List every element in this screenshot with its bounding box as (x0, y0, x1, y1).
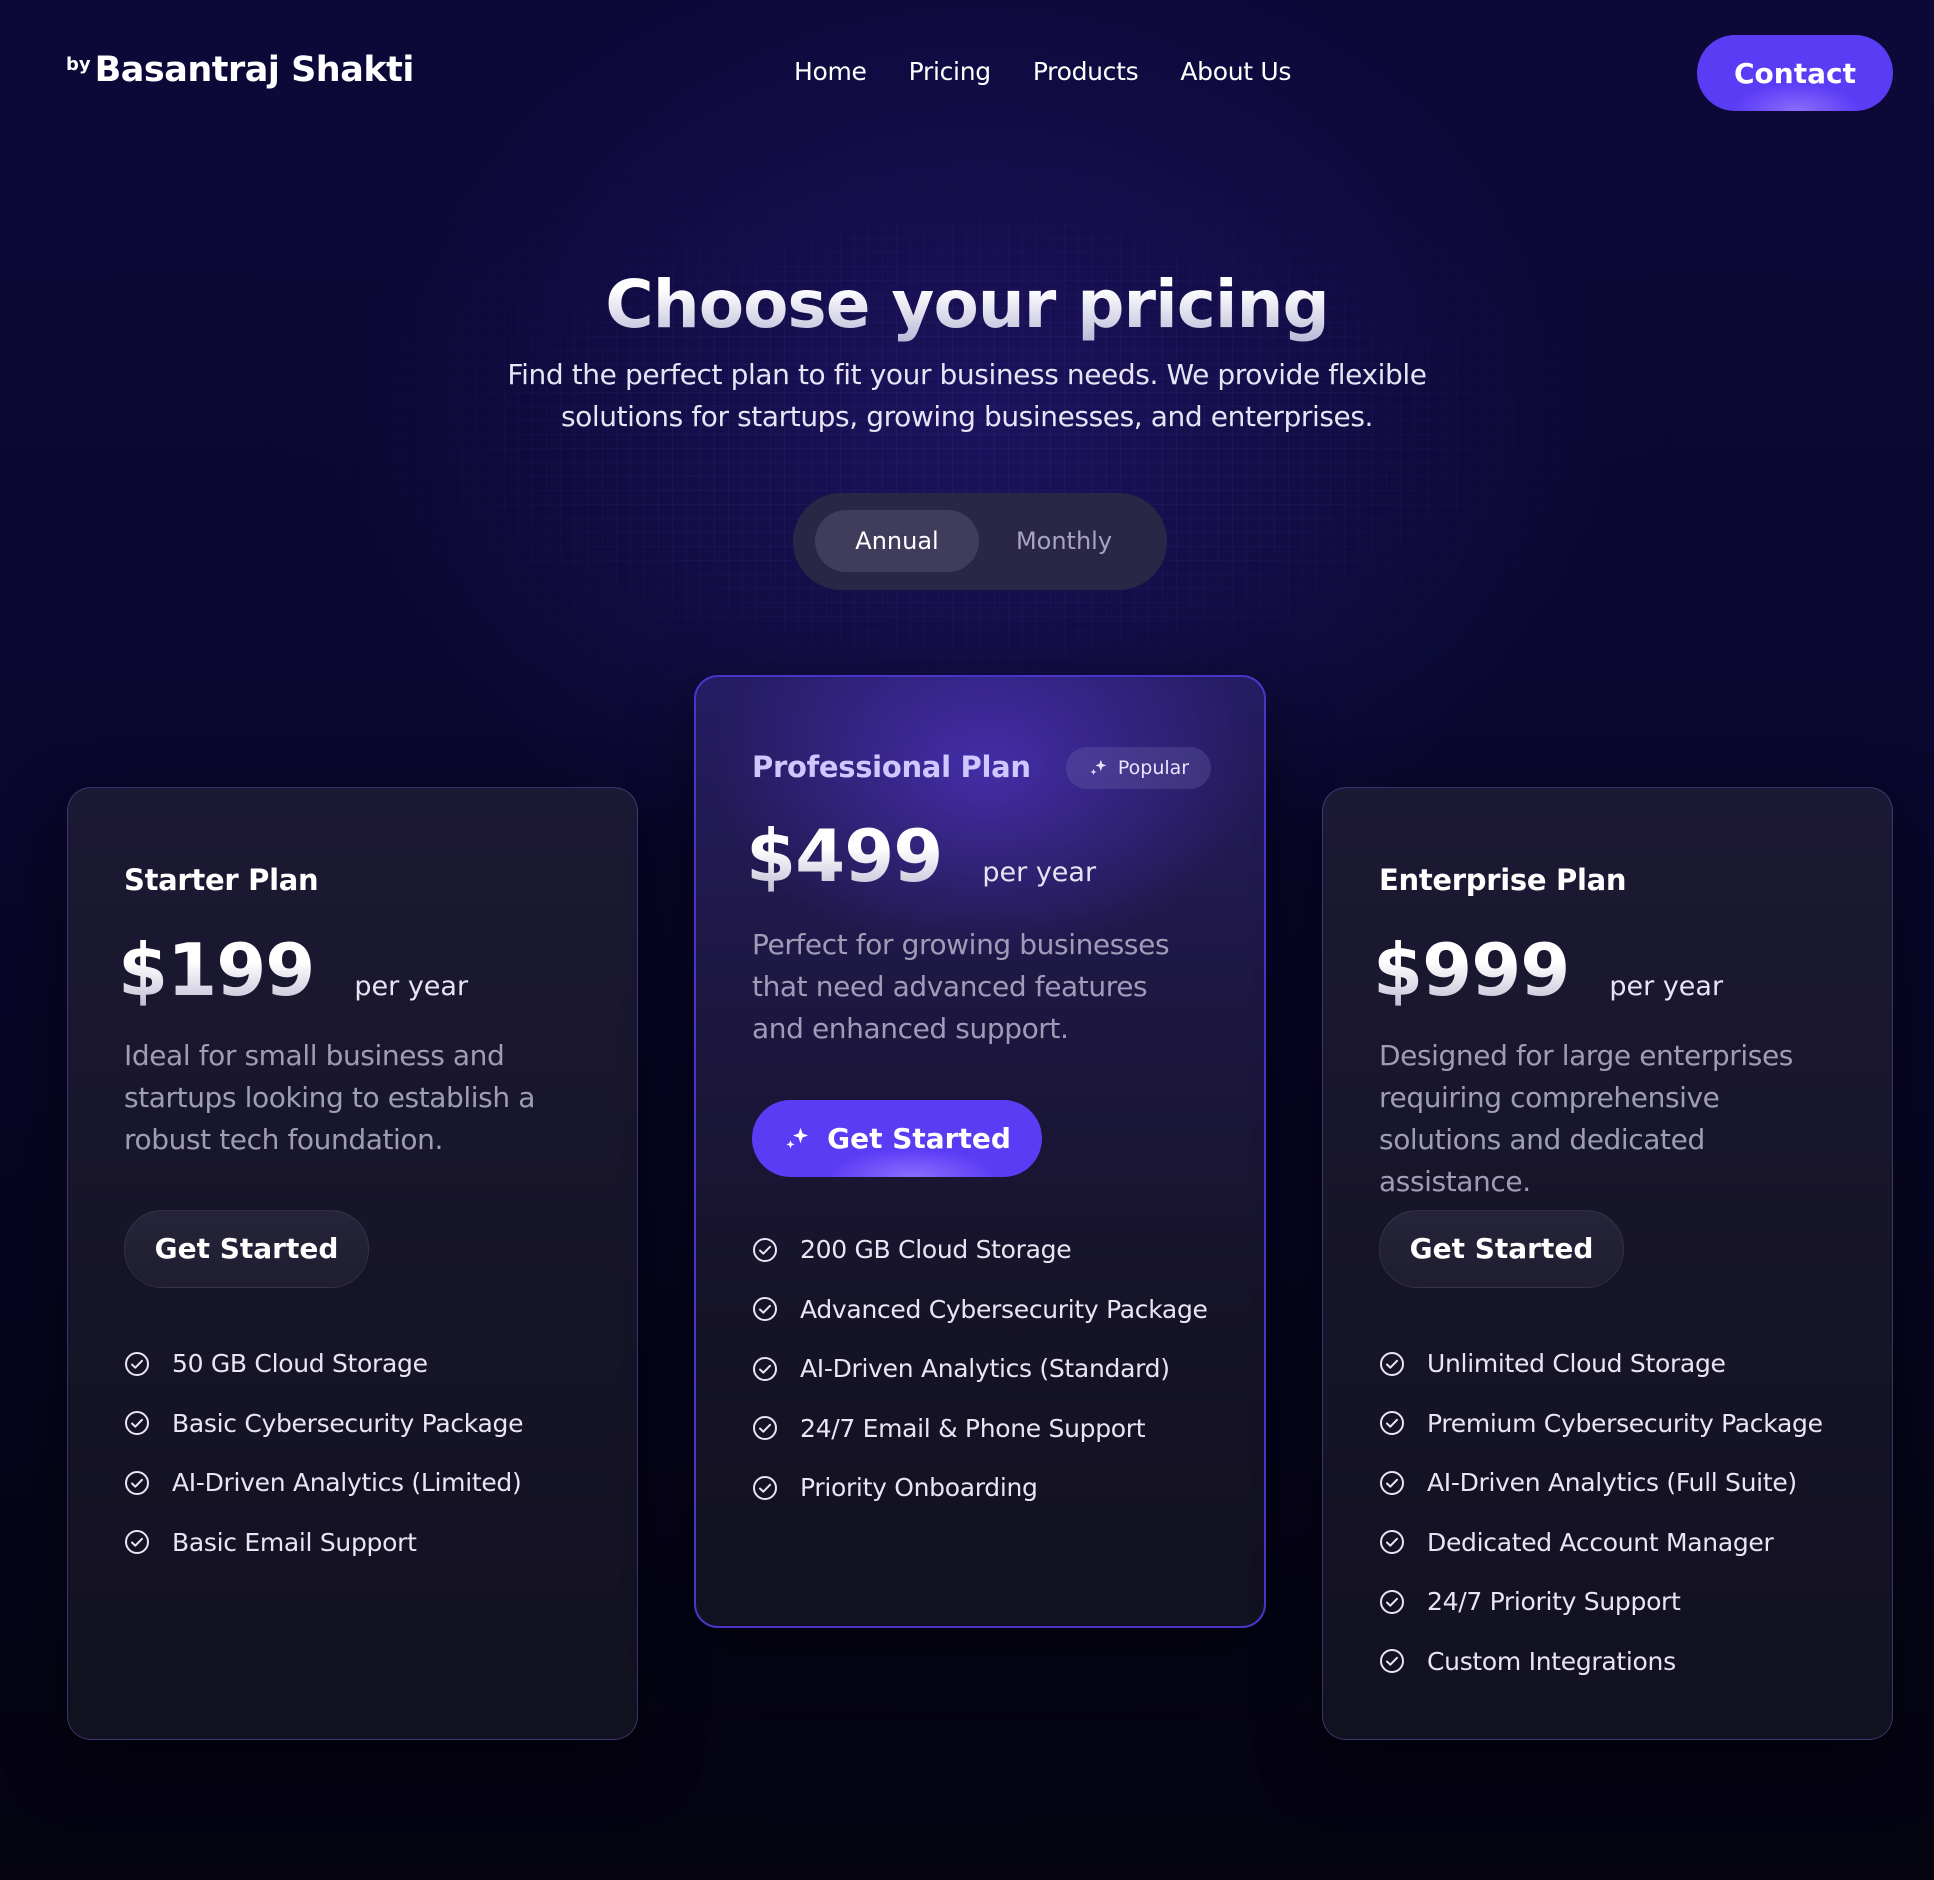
check-circle-icon (753, 1416, 777, 1441)
feature-item: 24/7 Email & Phone Support (752, 1399, 1208, 1459)
logo-name: Basantraj Shakti (94, 50, 415, 90)
feature-text: AI-Driven Analytics (Limited) (172, 1468, 522, 1498)
plan-description: Perfect for growing businesses that need… (752, 928, 1170, 1045)
plan-price: $199 (118, 928, 315, 1012)
toggle-annual[interactable]: Annual (815, 510, 979, 572)
nav-products[interactable]: Products (1033, 57, 1139, 86)
main-nav: Home Pricing Products About Us (794, 57, 1291, 86)
feature-item: Advanced Cybersecurity Package (752, 1280, 1208, 1340)
feature-text: 200 GB Cloud Storage (800, 1235, 1072, 1265)
check-circle-icon (1380, 1530, 1404, 1555)
feature-item: Unlimited Cloud Storage (1379, 1334, 1823, 1394)
check-circle-icon (1380, 1351, 1404, 1376)
feature-text: Basic Cybersecurity Package (172, 1408, 524, 1438)
badge-label: Popular (1117, 757, 1190, 779)
plan-period: per year (354, 971, 469, 1002)
feature-item: 24/7 Priority Support (1379, 1572, 1823, 1632)
feature-item: Basic Cybersecurity Package (124, 1394, 524, 1454)
button-label: Get Started (827, 1122, 1011, 1155)
feature-item: AI-Driven Analytics (Full Suite) (1379, 1453, 1823, 1513)
plan-name: Professional Plan (752, 750, 1031, 784)
check-circle-icon (125, 1351, 149, 1376)
feature-list: 200 GB Cloud Storage Advanced Cybersecur… (752, 1220, 1208, 1518)
check-circle-icon (753, 1356, 777, 1381)
popular-badge: Popular (1066, 747, 1211, 789)
plan-name: Enterprise Plan (1379, 863, 1627, 897)
nav-about-us[interactable]: About Us (1180, 57, 1291, 86)
feature-text: Advanced Cybersecurity Package (800, 1294, 1208, 1324)
toggle-monthly[interactable]: Monthly (981, 510, 1147, 572)
price-row: $199 per year (118, 928, 468, 1012)
check-circle-icon (1380, 1470, 1404, 1495)
plan-price: $999 (1373, 928, 1570, 1012)
logo-by: by (66, 54, 91, 75)
feature-item: 50 GB Cloud Storage (124, 1334, 523, 1394)
check-circle-icon (1380, 1649, 1404, 1674)
check-circle-icon (753, 1297, 777, 1322)
plan-name: Starter Plan (124, 863, 319, 897)
nav-pricing[interactable]: Pricing (909, 57, 991, 86)
logo[interactable]: by Basantraj Shakti (66, 50, 414, 90)
feature-item: AI-Driven Analytics (Standard) (752, 1339, 1208, 1399)
get-started-button[interactable]: Get Started (752, 1100, 1042, 1177)
price-row: $499 per year (746, 814, 1096, 898)
plan-card-starter: Starter Plan $199 per year Ideal for sma… (67, 787, 638, 1740)
plan-card-enterprise: Enterprise Plan $999 per year Designed f… (1322, 787, 1893, 1740)
feature-item: 200 GB Cloud Storage (752, 1220, 1208, 1280)
plan-period: per year (1609, 971, 1724, 1002)
feature-item: Priority Onboarding (752, 1458, 1208, 1518)
check-circle-icon (125, 1470, 149, 1495)
contact-button[interactable]: Contact (1697, 35, 1893, 111)
feature-item: Basic Email Support (124, 1513, 523, 1573)
check-circle-icon (125, 1530, 149, 1555)
feature-text: Priority Onboarding (800, 1473, 1038, 1503)
check-circle-icon (125, 1411, 149, 1436)
feature-list: Unlimited Cloud Storage Premium Cybersec… (1379, 1334, 1823, 1691)
feature-text: Custom Integrations (1427, 1646, 1676, 1676)
nav-home[interactable]: Home (794, 57, 867, 86)
plan-card-professional: Professional Plan Popular $499 per year … (694, 675, 1266, 1628)
feature-item: Premium Cybersecurity Package (1379, 1394, 1823, 1454)
plan-period: per year (982, 857, 1097, 888)
feature-text: Dedicated Account Manager (1427, 1527, 1774, 1557)
check-circle-icon (753, 1475, 777, 1500)
feature-text: 50 GB Cloud Storage (172, 1349, 428, 1379)
check-circle-icon (753, 1237, 777, 1262)
plan-description: Designed for large enterprises requiring… (1379, 1039, 1793, 1198)
plan-description: Ideal for small business and startups lo… (124, 1039, 535, 1156)
page-title: Choose your pricing (0, 266, 1934, 343)
price-row: $999 per year (1373, 928, 1723, 1012)
get-started-button[interactable]: Get Started (1379, 1210, 1624, 1288)
sparkle-icon (1090, 759, 1107, 775)
get-started-button[interactable]: Get Started (124, 1210, 369, 1288)
sparkle-icon (786, 1127, 809, 1148)
feature-text: AI-Driven Analytics (Standard) (800, 1354, 1170, 1384)
feature-text: Unlimited Cloud Storage (1427, 1349, 1726, 1379)
feature-text: AI-Driven Analytics (Full Suite) (1427, 1468, 1797, 1498)
feature-text: 24/7 Email & Phone Support (800, 1413, 1146, 1443)
feature-item: Custom Integrations (1379, 1632, 1823, 1692)
plan-price: $499 (746, 814, 943, 898)
billing-toggle: Annual Monthly (793, 493, 1167, 590)
feature-item: AI-Driven Analytics (Limited) (124, 1453, 523, 1513)
page-subtitle: Find the perfect plan to fit your busine… (507, 358, 1427, 433)
check-circle-icon (1380, 1589, 1404, 1614)
feature-list: 50 GB Cloud Storage Basic Cybersecurity … (124, 1334, 524, 1573)
feature-text: Basic Email Support (172, 1527, 417, 1557)
check-circle-icon (1380, 1411, 1404, 1436)
feature-text: Premium Cybersecurity Package (1427, 1408, 1823, 1438)
feature-text: 24/7 Priority Support (1427, 1587, 1681, 1617)
feature-item: Dedicated Account Manager (1379, 1513, 1823, 1573)
